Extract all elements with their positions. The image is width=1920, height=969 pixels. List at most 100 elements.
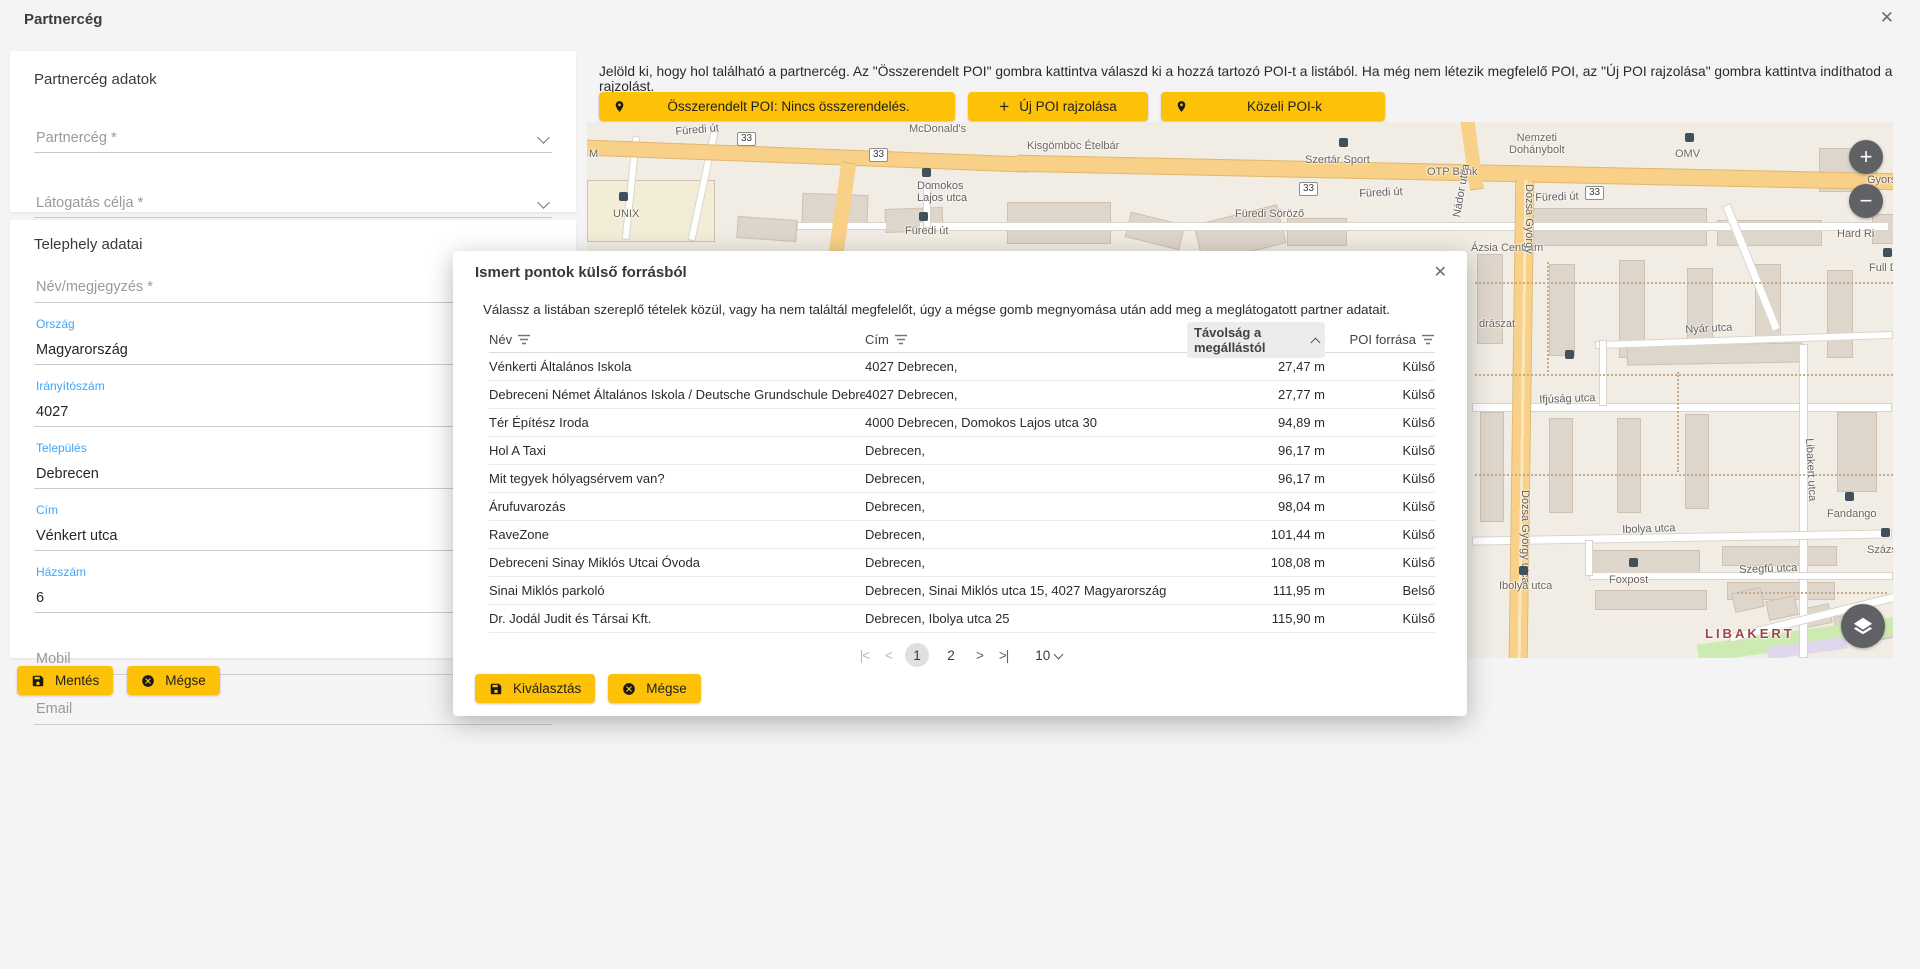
map-building bbox=[1549, 264, 1575, 356]
field-placeholder: Email bbox=[36, 701, 72, 717]
street-label-szegfu-utca: Szegfű utca bbox=[1739, 562, 1797, 576]
table-row[interactable]: Debreceni Német Általános Iskola / Deuts… bbox=[489, 381, 1435, 409]
cell-source: Külső bbox=[1325, 611, 1435, 626]
cell-source: Külső bbox=[1325, 555, 1435, 570]
table-row[interactable]: Hol A TaxiDebrecen,96,17 mKülső bbox=[489, 437, 1435, 465]
cell-name: Mit tegyek hólyagsérvem van? bbox=[489, 471, 865, 486]
new-poi-button[interactable]: + Új POI rajzolása bbox=[968, 92, 1148, 121]
field-placeholder: Név/megjegyzés * bbox=[36, 279, 153, 295]
save-icon bbox=[31, 674, 45, 688]
zoom-in-button[interactable]: + bbox=[1849, 140, 1883, 174]
table-row[interactable]: Dr. Jodál Judit és Társai Kft.Debrecen, … bbox=[489, 605, 1435, 633]
map-path bbox=[1475, 374, 1893, 376]
cancel-icon bbox=[141, 674, 155, 688]
route-shield-33: 33 bbox=[737, 132, 756, 146]
field-label: Cím bbox=[36, 503, 58, 517]
save-button[interactable]: Mentés bbox=[17, 666, 113, 695]
cell-source: Külső bbox=[1325, 387, 1435, 402]
last-page-button[interactable]: >| bbox=[996, 648, 1011, 663]
field-label: Ország bbox=[36, 317, 75, 331]
page-1-button[interactable]: 1 bbox=[905, 643, 929, 667]
page-size-select[interactable]: 10 bbox=[1035, 648, 1063, 663]
dialog-cancel-label: Mégse bbox=[646, 681, 687, 696]
cell-name: Debreceni Sinay Miklós Utcai Óvoda bbox=[489, 555, 865, 570]
table-row[interactable]: Mit tegyek hólyagsérvem van?Debrecen,96,… bbox=[489, 465, 1435, 493]
cell-name: Vénkerti Általános Iskola bbox=[489, 359, 865, 374]
first-page-button[interactable]: |< bbox=[857, 648, 872, 663]
poi-label-nemzeti-dohanybolt: Nemzeti Dohánybolt bbox=[1509, 132, 1565, 156]
route-shield-33: 33 bbox=[1585, 186, 1604, 200]
poi-label-foxpost: Foxpost bbox=[1609, 574, 1648, 586]
dialog-close-icon[interactable]: ✕ bbox=[1434, 262, 1447, 282]
page-2-button[interactable]: 2 bbox=[939, 643, 963, 667]
poi-label-m: M bbox=[589, 148, 598, 160]
layers-button[interactable] bbox=[1841, 604, 1885, 648]
cell-name: Árufuvarozás bbox=[489, 499, 865, 514]
next-page-button[interactable]: > bbox=[973, 648, 986, 663]
assigned-poi-label: Összerendelt POI: Nincs összerendelés. bbox=[636, 99, 941, 114]
cell-address: Debrecen, Sinai Miklós utca 15, 4027 Mag… bbox=[865, 583, 1187, 598]
cell-address: 4027 Debrecen, bbox=[865, 359, 1187, 374]
cell-address: Debrecen, bbox=[865, 471, 1187, 486]
map-building bbox=[1480, 412, 1504, 522]
select-button-label: Kiválasztás bbox=[513, 681, 581, 696]
poi-label-fodraszat: drászat bbox=[1479, 318, 1515, 330]
visit-purpose-label: Látogatás célja * bbox=[36, 195, 143, 211]
poi-label-szazszorszep: Százszorszé bbox=[1867, 544, 1893, 556]
table-row[interactable]: RaveZoneDebrecen,101,44 mKülső bbox=[489, 521, 1435, 549]
bus-stop-label-furedi-ut: Füredi út bbox=[905, 225, 948, 237]
column-header-name[interactable]: Név bbox=[489, 332, 865, 347]
column-header-distance[interactable]: Távolság a megállástól bbox=[1187, 322, 1325, 358]
close-icon[interactable]: ✕ bbox=[1880, 8, 1894, 28]
dialog-cancel-button[interactable]: Mégse bbox=[608, 674, 701, 703]
cell-name: Tér Építész Iroda bbox=[489, 415, 865, 430]
map-building bbox=[1595, 590, 1707, 610]
street-label-furedi-ut: Füredi út bbox=[1535, 190, 1579, 204]
table-row[interactable]: Debreceni Sinay Miklós Utcai ÓvodaDebrec… bbox=[489, 549, 1435, 577]
partner-select[interactable]: Partnercég * bbox=[34, 121, 552, 153]
column-header-source[interactable]: POI forrása bbox=[1325, 332, 1435, 347]
assigned-poi-button[interactable]: Összerendelt POI: Nincs összerendelés. bbox=[599, 92, 955, 121]
map-road bbox=[1585, 540, 1593, 576]
street-label-ifjusag-utca: Ifjúság utca bbox=[1539, 392, 1596, 406]
field-value: 6 bbox=[36, 590, 44, 606]
known-points-dialog: Ismert pontok külső forrásból ✕ Válassz … bbox=[453, 251, 1467, 716]
top-bar: Partnercég ✕ bbox=[0, 0, 1920, 36]
zoom-out-button[interactable]: − bbox=[1849, 184, 1883, 218]
parcel-locker-icon bbox=[1629, 558, 1638, 567]
map-building bbox=[1837, 412, 1877, 492]
cell-address: Debrecen, Ibolya utca 25 bbox=[865, 611, 1187, 626]
new-poi-label: Új POI rajzolása bbox=[1019, 99, 1117, 114]
table-row[interactable]: ÁrufuvarozásDebrecen,98,04 mKülső bbox=[489, 493, 1435, 521]
prev-page-button[interactable]: < bbox=[882, 648, 895, 663]
field-label: Irányítószám bbox=[36, 379, 105, 393]
partner-data-card: Partnercég adatok Partnercég * Látogatás… bbox=[10, 51, 576, 212]
poi-table-body: Vénkerti Általános Iskola4027 Debrecen,2… bbox=[489, 353, 1435, 633]
select-button[interactable]: Kiválasztás bbox=[475, 674, 595, 703]
visit-purpose-select[interactable]: Látogatás célja * bbox=[34, 186, 552, 218]
column-header-address[interactable]: Cím bbox=[865, 332, 1187, 347]
dialog-description: Válassz a listában szereplő tételek közü… bbox=[483, 302, 1390, 317]
map-building bbox=[1617, 418, 1641, 513]
cell-source: Külső bbox=[1325, 527, 1435, 542]
cancel-button[interactable]: Mégse bbox=[127, 666, 220, 695]
location-pin-icon bbox=[613, 99, 626, 114]
map-building bbox=[1549, 418, 1573, 513]
nearby-poi-button[interactable]: Közeli POI-k bbox=[1161, 92, 1385, 121]
field-label: Házszám bbox=[36, 565, 86, 579]
cell-source: Külső bbox=[1325, 471, 1435, 486]
field-value: Vénkert utca bbox=[36, 528, 117, 544]
cell-source: Külső bbox=[1325, 499, 1435, 514]
map-road bbox=[587, 139, 1029, 172]
field-value: Magyarország bbox=[36, 342, 128, 358]
route-shield-33: 33 bbox=[869, 148, 888, 162]
cell-distance: 101,44 m bbox=[1187, 527, 1325, 542]
table-row[interactable]: Tér Építész Iroda4000 Debrecen, Domokos … bbox=[489, 409, 1435, 437]
poi-label-fandango: Fandango bbox=[1827, 508, 1877, 520]
field-placeholder: Mobil bbox=[36, 651, 71, 667]
save-icon bbox=[489, 682, 503, 696]
table-row[interactable]: Sinai Miklós parkolóDebrecen, Sinai Mikl… bbox=[489, 577, 1435, 605]
cell-address: 4000 Debrecen, Domokos Lajos utca 30 bbox=[865, 415, 1187, 430]
map-path bbox=[1737, 592, 1887, 594]
cancel-icon bbox=[622, 682, 636, 696]
